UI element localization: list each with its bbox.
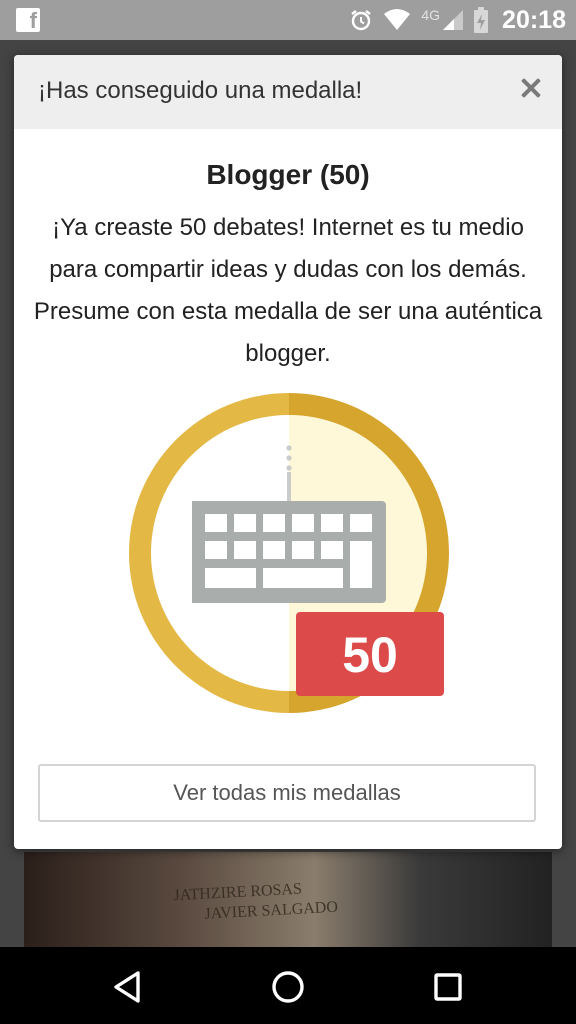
signal-icon	[443, 10, 464, 30]
navigation-bar	[0, 947, 576, 1024]
clock: 20:18	[502, 5, 566, 34]
network-type: 4G	[421, 7, 441, 23]
close-icon[interactable]	[514, 71, 548, 105]
facebook-icon: f	[16, 8, 40, 33]
wifi-icon	[384, 9, 411, 30]
count-badge: 50	[296, 612, 444, 696]
medal-description: ¡Ya creaste 50 debates! Internet es tu m…	[33, 214, 543, 367]
battery-icon	[474, 7, 489, 33]
dialog-title: ¡Has conseguido una medalla!	[38, 77, 363, 104]
medal-graphic: 50	[129, 393, 449, 713]
background-photo: JATHZIRE ROSAS JAVIER SALGADO	[24, 852, 552, 947]
medal-dialog: ¡Has conseguido una medalla! Blogger (50…	[14, 55, 562, 849]
recents-icon[interactable]	[428, 967, 468, 1007]
home-icon[interactable]	[268, 967, 308, 1007]
badge-count: 50	[342, 627, 398, 683]
medal-name: Blogger (50)	[206, 159, 370, 190]
back-icon[interactable]	[108, 967, 148, 1007]
view-all-medals-button[interactable]: Ver todas mis medallas	[38, 764, 536, 822]
alarm-icon	[351, 10, 372, 31]
dialog-header: ¡Has conseguido una medalla!	[14, 55, 562, 129]
status-bar: f 4G 20:18	[0, 0, 576, 40]
